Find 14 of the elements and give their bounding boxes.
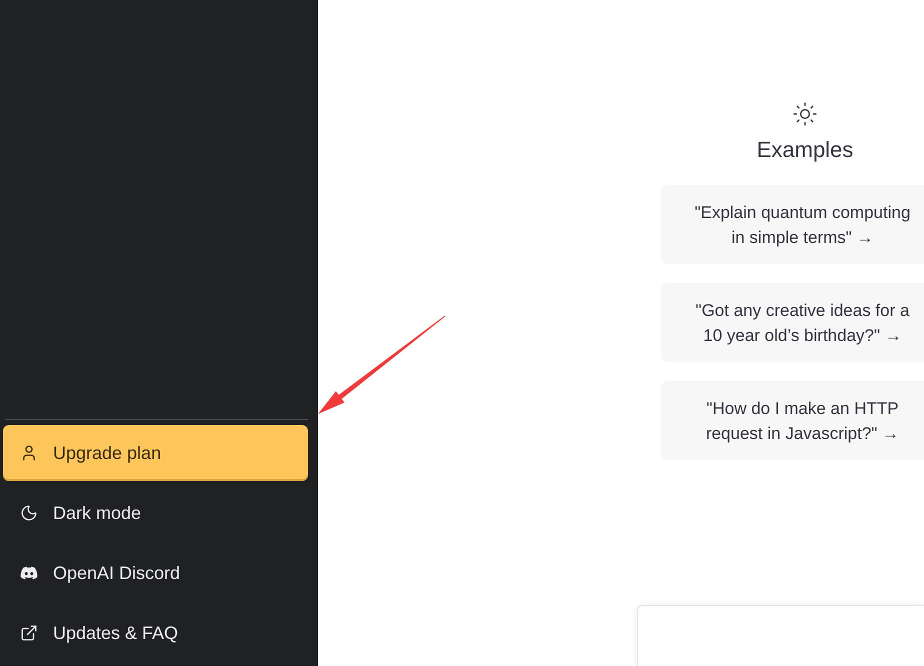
- sidebar-link[interactable]: OpenAI Discord: [3, 545, 308, 601]
- sun-icon: [792, 101, 818, 127]
- example-prompt-button[interactable]: "How do I make an HTTP request in Javascript?" →: [661, 381, 924, 460]
- user-icon: [20, 444, 38, 462]
- discord-icon: [20, 564, 38, 582]
- sidebar-link[interactable]: Updates & FAQ: [3, 605, 308, 661]
- examples-heading: Examples: [756, 136, 854, 164]
- upgrade-button[interactable]: Upgrade plan: [3, 425, 308, 481]
- moon-icon: [20, 504, 38, 522]
- external-link-icon: [20, 624, 38, 642]
- example-prompt-button[interactable]: "Explain quantum computing in simple terms" →: [661, 185, 924, 264]
- sidebar-link[interactable]: Dark mode: [3, 485, 308, 541]
- message-input-field[interactable]: [637, 605, 924, 666]
- example-prompt-button[interactable]: "Got any creative ideas for a 10 year old’s birthday?" →: [661, 283, 924, 362]
